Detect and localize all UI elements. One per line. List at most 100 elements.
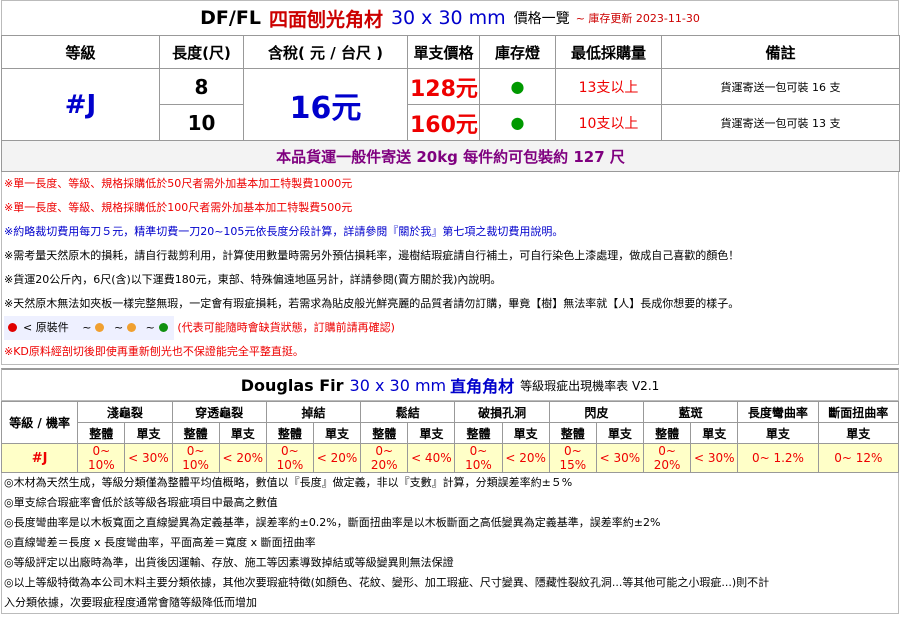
product-size: 30 x 30 mm <box>390 7 506 29</box>
sub-header-single: 單支 <box>312 422 362 444</box>
table-row: #J 8 16元 128元 ● 13支以上 貨運寄送一包可裝 16 支 <box>1 68 900 141</box>
stock-light-icon: ● <box>479 68 556 105</box>
min-order-cell: 13支以上 <box>555 68 662 105</box>
legend-warning: (代表可能隨時會缺貨狀態，訂購前請再確認) <box>177 321 395 334</box>
length-cell: 10 <box>159 104 244 141</box>
group-header: 閃皮 <box>548 401 645 423</box>
rate-cell: 0~ 10% <box>265 443 314 473</box>
defect-size: 30 x 30 mm <box>349 375 447 395</box>
rate-cell: < 20% <box>501 443 550 473</box>
orange-light-icon <box>95 322 105 332</box>
page-title: DF/FL 四面刨光角材 30 x 30 mm 價格一覽 ~ 庫存更新 2023… <box>1 0 899 35</box>
defect-note-item: ◎單支綜合瑕疵率會低於該等級各瑕疵項目中最高之數值 <box>4 496 278 509</box>
legend-label: < 原裝件 <box>23 321 69 334</box>
legend-sep: ~ <box>145 321 155 334</box>
stock-legend: < 原裝件 ~ ~ ~ (代表可能隨時會缺貨狀態，訂購前請再確認) <box>2 316 898 340</box>
stock-light-icon: ● <box>479 104 556 141</box>
note-item: ※KD原料經剖切後即使再重新刨光也不保證能完全平整直挺。 <box>4 345 304 358</box>
grade-cell: #J <box>1 68 160 141</box>
rate-cell: < 30% <box>690 443 739 473</box>
sub-header-single: 單支 <box>218 422 267 444</box>
rate-cell: < 30% <box>595 443 645 473</box>
group-header: 斷面扭曲率 <box>817 401 900 423</box>
note-item: ※貨運20公斤內，6尺(含)以下運費180元，東部、特殊偏遠地區另計，詳請參閱(… <box>4 273 502 286</box>
group-header: 鬆結 <box>360 401 456 423</box>
price-sheet: DF/FL 四面刨光角材 30 x 30 mm 價格一覽 ~ 庫存更新 2023… <box>0 0 900 614</box>
header-price-per-ft: 含稅( 元 / 台尺 ) <box>243 35 408 69</box>
sub-header-single: 單支 <box>817 422 900 444</box>
product-name: 四面刨光角材 <box>268 8 383 31</box>
price-table: 等級 長度(尺) 含稅( 元 / 台尺 ) 單支價格 庫存燈 最低採購量 備註 … <box>1 35 900 172</box>
rate-cell: 0~ 10% <box>454 443 503 473</box>
header-length: 長度(尺) <box>159 35 244 69</box>
single-price-cell: 160元 <box>407 104 480 141</box>
sub-header-single: 單支 <box>501 422 550 444</box>
sub-header-single: 單支 <box>124 422 173 444</box>
grade-cell: #J <box>0 443 79 473</box>
rate-cell: 0~ 12% <box>817 443 900 473</box>
defect-notes-list: ◎木材為天然生成，等級分類僅為整體平均值概略，數值以『長度』做定義，非以『支數』… <box>1 473 899 614</box>
note-item: ※單一長度、等級、規格採購低於50尺者需外加基本加工特製費1000元 <box>4 177 353 190</box>
remark-cell: 貨運寄送一包可裝 13 支 <box>661 104 900 141</box>
defect-product: 直角角材 <box>450 377 515 396</box>
defect-note-item: ◎長度彎曲率是以木板寬面之直線變異為定義基準，誤差率約±0.2%，斷面扭曲率是以… <box>4 516 661 529</box>
defect-table-title: Douglas Fir 30 x 30 mm 直角角材 等級瑕疵出現機率表 V2… <box>1 368 899 401</box>
length-cell: 8 <box>159 68 244 105</box>
corner-header: 等級 / 機率 <box>0 401 79 444</box>
header-grade: 等級 <box>1 35 160 69</box>
rate-cell: 0~ 10% <box>77 443 126 473</box>
defect-subtitle: 等級瑕疵出現機率表 V2.1 <box>520 378 660 393</box>
shipping-note: 本品貨運一般件寄送 20kg 每件約可包裝約 127 尺 <box>1 140 900 172</box>
defect-note-item: ◎直線彎差＝長度 x 長度彎曲率，平面高差＝寬度 x 斷面扭曲率 <box>4 536 316 549</box>
rate-cell: < 40% <box>407 443 456 473</box>
notes-list: ※單一長度、等級、規格採購低於50尺者需外加基本加工特製費1000元 ※單一長度… <box>1 172 899 365</box>
single-price-cell: 128元 <box>407 68 480 105</box>
defect-table: 等級 / 機率 淺龜裂 穿透龜裂 掉結 鬆結 破損孔洞 閃皮 藍斑 長度彎曲率 … <box>0 401 900 473</box>
rate-cell: 0~ 10% <box>171 443 220 473</box>
sub-header-whole: 整體 <box>548 422 597 444</box>
rate-cell: 0~ 1.2% <box>737 443 819 473</box>
header-stock: 庫存燈 <box>479 35 556 69</box>
red-light-icon <box>8 322 17 332</box>
note-item: ※約略裁切費用每刀５元，精準切費一刀20~105元依長度分段計算，詳請參閱『關於… <box>4 225 564 238</box>
model-code: DF/FL <box>200 7 261 29</box>
sub-header-whole: 整體 <box>360 422 409 444</box>
stock-legend-band: < 原裝件 ~ ~ ~ <box>4 316 174 340</box>
note-item: ※單一長度、等級、規格採購低於100尺者需外加基本加工特製費500元 <box>4 201 353 214</box>
rate-cell: < 30% <box>124 443 173 473</box>
legend-sep: ~ <box>82 321 92 334</box>
min-order-cell: 10支以上 <box>555 104 662 141</box>
note-item: ※需考量天然原木的損耗，請自行裁剪利用，計算使用數量時需另外預估損耗率，邊樹結瑕… <box>4 249 740 262</box>
note-item: ※天然原木無法如夾板一樣完整無瑕，一定會有瑕疵損耗，若需求為貼皮般光鮮亮麗的品質… <box>4 297 740 310</box>
rate-cell: 0~ 15% <box>548 443 597 473</box>
sub-header-single: 單支 <box>595 422 645 444</box>
group-header: 藍斑 <box>643 401 739 423</box>
remark-cell: 貨運寄送一包可裝 16 支 <box>661 68 900 105</box>
sub-header-whole: 整體 <box>643 422 692 444</box>
sub-header-whole: 整體 <box>171 422 220 444</box>
rate-cell: < 20% <box>218 443 267 473</box>
rate-cell: 0~ 20% <box>360 443 409 473</box>
group-header: 破損孔洞 <box>454 401 550 423</box>
header-remark: 備註 <box>661 35 900 69</box>
defect-note-item: ◎木材為天然生成，等級分類僅為整體平均值概略，數值以『長度』做定義，非以『支數』… <box>4 476 573 489</box>
header-single-price: 單支價格 <box>407 35 480 69</box>
price-list-label: 價格一覽 <box>513 11 570 27</box>
sub-header-single: 單支 <box>407 422 456 444</box>
sub-header-single: 單支 <box>690 422 739 444</box>
header-min-order: 最低採購量 <box>555 35 662 69</box>
defect-note-item: 入分類依據，次要瑕疵程度通常會隨等級降低而增加 <box>4 596 257 609</box>
green-light-icon <box>158 322 168 332</box>
species-name: Douglas Fir <box>240 375 344 395</box>
sub-header-single: 單支 <box>737 422 819 444</box>
sub-header-whole: 整體 <box>265 422 314 444</box>
rate-cell: 0~ 20% <box>643 443 692 473</box>
defect-note-item: ◎等級評定以出廠時為準，出貨後因運輸、存放、施工等因素導致掉結或等級變異則無法保… <box>4 556 454 569</box>
sub-header-whole: 整體 <box>454 422 503 444</box>
price-per-ft-cell: 16元 <box>243 68 408 141</box>
group-header: 穿透龜裂 <box>171 401 267 423</box>
orange-light-icon <box>127 322 137 332</box>
sub-header-whole: 整體 <box>77 422 126 444</box>
rate-cell: < 20% <box>312 443 362 473</box>
table-row: #J 0~ 10% < 30% 0~ 10% < 20% 0~ 10% < 20… <box>0 443 900 473</box>
